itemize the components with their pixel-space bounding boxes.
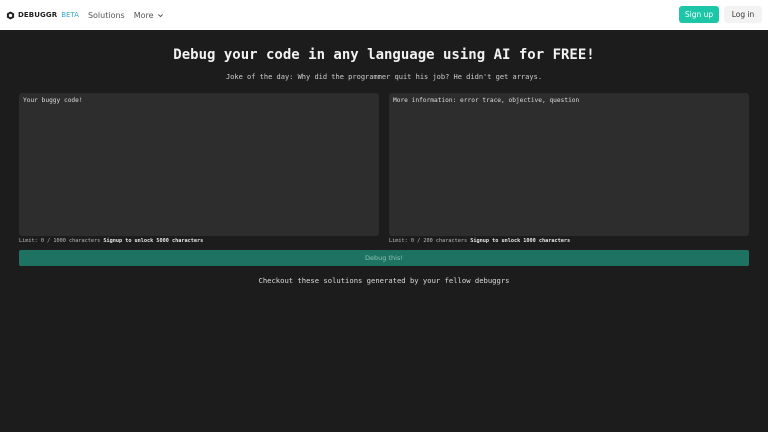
code-unlock-link[interactable]: Signup to unlock 5000 characters bbox=[103, 238, 203, 244]
auth-buttons: Sign up Log in bbox=[679, 6, 762, 23]
debug-this-button[interactable]: Debug this! bbox=[19, 250, 749, 266]
nav-link-more-label: More bbox=[133, 10, 154, 20]
sign-up-button[interactable]: Sign up bbox=[679, 6, 719, 23]
info-input[interactable] bbox=[389, 93, 749, 236]
checkout-solutions-text: Checkout these solutions generated by yo… bbox=[258, 276, 510, 285]
brand-logo[interactable]: DEBUGGR BETA bbox=[6, 10, 79, 20]
info-unlock-link[interactable]: Signup to unlock 1000 characters bbox=[470, 238, 570, 244]
info-limit-count: Limit: 0 / 200 characters bbox=[389, 238, 468, 244]
code-input[interactable] bbox=[19, 93, 379, 236]
chevron-down-icon bbox=[157, 13, 163, 17]
page-title: Debug your code in any language using AI… bbox=[173, 47, 595, 63]
nav-link-more[interactable]: More bbox=[134, 11, 164, 20]
info-char-limit: Limit: 0 / 200 characters Signup to unlo… bbox=[389, 238, 570, 244]
beta-badge: BETA bbox=[61, 11, 79, 19]
top-navbar: DEBUGGR BETA Solutions More Sign up Log … bbox=[0, 0, 768, 30]
code-char-limit: Limit: 0 / 1000 characters Signup to unl… bbox=[19, 238, 203, 244]
brand-name: DEBUGGR bbox=[18, 11, 58, 19]
nav-link-solutions[interactable]: Solutions bbox=[88, 11, 125, 20]
bug-logo-icon bbox=[6, 10, 15, 20]
log-in-button[interactable]: Log in bbox=[724, 6, 762, 23]
code-limit-count: Limit: 0 / 1000 characters bbox=[19, 238, 101, 244]
joke-of-the-day: Joke of the day: Why did the programmer … bbox=[225, 73, 543, 81]
